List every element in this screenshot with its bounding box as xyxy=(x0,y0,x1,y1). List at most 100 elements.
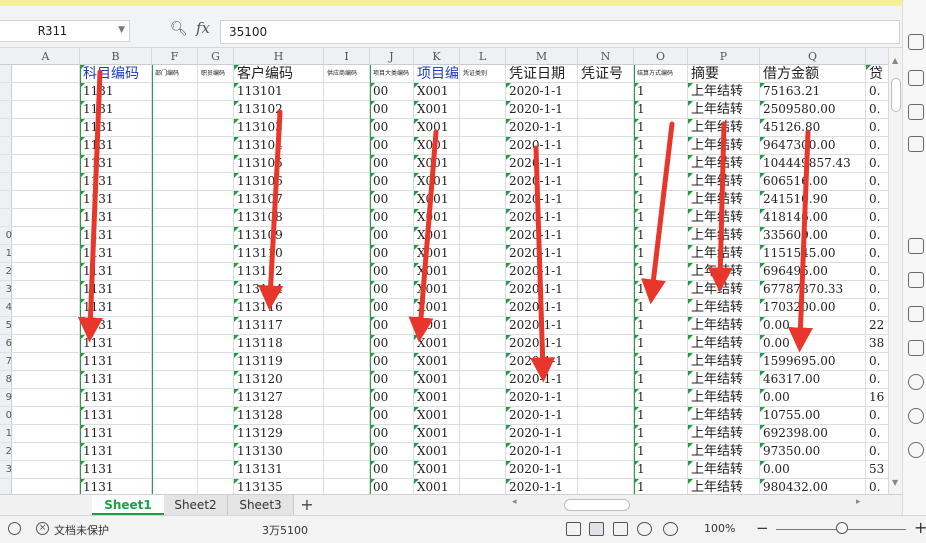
cell-g[interactable] xyxy=(198,227,234,245)
cell-b[interactable]: 1131 xyxy=(80,425,152,443)
cell-h[interactable]: 113109 xyxy=(234,227,324,245)
scroll-down-icon[interactable]: ▼ xyxy=(892,478,898,487)
row-header[interactable]: 2 xyxy=(0,443,12,461)
cell-b[interactable]: 1131 xyxy=(80,191,152,209)
cell-o[interactable]: 1 xyxy=(634,101,688,119)
column-header-i[interactable]: I xyxy=(324,48,370,65)
cell-b[interactable]: 1131 xyxy=(80,335,152,353)
row-header[interactable]: 5 xyxy=(0,317,12,335)
cell-b[interactable]: 1131 xyxy=(80,173,152,191)
edit-icon[interactable] xyxy=(908,272,924,288)
cell-m[interactable]: 2020-1-1 xyxy=(506,191,578,209)
cell-m[interactable]: 2020-1-1 xyxy=(506,407,578,425)
cell-h[interactable]: 113119 xyxy=(234,353,324,371)
cell-j[interactable]: 00 xyxy=(370,389,414,407)
cell-f[interactable] xyxy=(152,353,198,371)
format-icon[interactable] xyxy=(908,238,924,254)
cell-l[interactable] xyxy=(460,227,506,245)
cell-f[interactable] xyxy=(152,479,198,494)
column-header-g[interactable]: G xyxy=(198,48,234,65)
cell-j[interactable]: 00 xyxy=(370,353,414,371)
cell-a[interactable] xyxy=(12,227,80,245)
cell-r[interactable]: 22 xyxy=(866,317,888,335)
cell-h[interactable]: 113120 xyxy=(234,371,324,389)
cell-i[interactable] xyxy=(324,299,370,317)
cell-n[interactable] xyxy=(578,389,634,407)
cell-o[interactable]: 1 xyxy=(634,389,688,407)
cell-r[interactable]: 0. xyxy=(866,353,888,371)
cell-o[interactable]: 1 xyxy=(634,299,688,317)
cell-k[interactable]: X001 xyxy=(414,101,460,119)
cell-g[interactable] xyxy=(198,281,234,299)
tab-sheet2[interactable]: Sheet2 xyxy=(164,495,228,515)
cell-r[interactable]: 0. xyxy=(866,425,888,443)
header-cell-n[interactable]: 凭证号 xyxy=(578,65,634,83)
cell-j[interactable]: 00 xyxy=(370,137,414,155)
eye-icon[interactable] xyxy=(663,522,678,536)
cell-l[interactable] xyxy=(460,83,506,101)
header-cell-b[interactable]: 科目编码 xyxy=(80,65,152,83)
header-cell-q[interactable]: 借方金额 xyxy=(760,65,866,83)
cell-b[interactable]: 1131 xyxy=(80,371,152,389)
cell-n[interactable] xyxy=(578,191,634,209)
header-cell-i[interactable]: 供应商编码 xyxy=(324,65,370,83)
cell-h[interactable]: 113103 xyxy=(234,119,324,137)
horizontal-scrollbar[interactable]: ◂ ▸ xyxy=(512,497,864,511)
cell-p[interactable]: 上年结转 xyxy=(688,191,760,209)
cell-grid[interactable]: 科目编码部门编码职员编码客户编码供应商编码项目大类编码项目编码凭证类别凭证日期凭… xyxy=(12,65,888,494)
cell-p[interactable]: 上年结转 xyxy=(688,281,760,299)
history-icon[interactable] xyxy=(908,408,924,424)
cell-n[interactable] xyxy=(578,173,634,191)
cell-h[interactable]: 113117 xyxy=(234,317,324,335)
scroll-up-icon[interactable]: ▲ xyxy=(892,56,898,65)
cell-p[interactable]: 上年结转 xyxy=(688,245,760,263)
cell-n[interactable] xyxy=(578,317,634,335)
cell-g[interactable] xyxy=(198,299,234,317)
cell-i[interactable] xyxy=(324,281,370,299)
cell-h[interactable]: 113104 xyxy=(234,137,324,155)
cell-q[interactable]: 1599695.00 xyxy=(760,353,866,371)
cell-m[interactable]: 2020-1-1 xyxy=(506,227,578,245)
row-header[interactable]: 8 xyxy=(0,371,12,389)
cell-o[interactable]: 1 xyxy=(634,443,688,461)
cell-f[interactable] xyxy=(152,119,198,137)
cell-m[interactable]: 2020-1-1 xyxy=(506,389,578,407)
cell-g[interactable] xyxy=(198,245,234,263)
cell-n[interactable] xyxy=(578,263,634,281)
cell-n[interactable] xyxy=(578,335,634,353)
cell-k[interactable]: X001 xyxy=(414,173,460,191)
cell-l[interactable] xyxy=(460,479,506,494)
cell-f[interactable] xyxy=(152,335,198,353)
cell-r[interactable]: 0. xyxy=(866,119,888,137)
row-header[interactable] xyxy=(0,191,12,209)
cell-a[interactable] xyxy=(12,443,80,461)
cell-f[interactable] xyxy=(152,191,198,209)
cell-l[interactable] xyxy=(460,155,506,173)
row-header[interactable] xyxy=(0,83,12,101)
cell-k[interactable]: X001 xyxy=(414,137,460,155)
row-header[interactable]: 9 xyxy=(0,389,12,407)
cell-p[interactable]: 上年结转 xyxy=(688,479,760,494)
cell-l[interactable] xyxy=(460,371,506,389)
cell-h[interactable]: 113135 xyxy=(234,479,324,494)
cell-r[interactable]: 0. xyxy=(866,245,888,263)
cell-n[interactable] xyxy=(578,461,634,479)
settings-icon[interactable] xyxy=(908,374,924,390)
vertical-scrollbar[interactable]: ▲ ▼ xyxy=(888,48,902,494)
cell-p[interactable]: 上年结转 xyxy=(688,209,760,227)
cell-l[interactable] xyxy=(460,353,506,371)
cell-q[interactable]: 10755.00 xyxy=(760,407,866,425)
row-header[interactable] xyxy=(0,155,12,173)
cell-g[interactable] xyxy=(198,371,234,389)
column-header-f[interactable]: F xyxy=(152,48,198,65)
cell-j[interactable]: 00 xyxy=(370,173,414,191)
cell-a[interactable] xyxy=(12,281,80,299)
cell-q[interactable]: 696495.00 xyxy=(760,263,866,281)
cell-r[interactable]: 0. xyxy=(866,101,888,119)
cell-b[interactable]: 1131 xyxy=(80,209,152,227)
cell-r[interactable]: 0. xyxy=(866,443,888,461)
cell-r[interactable]: 0. xyxy=(866,263,888,281)
cell-m[interactable]: 2020-1-1 xyxy=(506,83,578,101)
cell-q[interactable]: 606516.00 xyxy=(760,173,866,191)
row-header[interactable] xyxy=(0,173,12,191)
